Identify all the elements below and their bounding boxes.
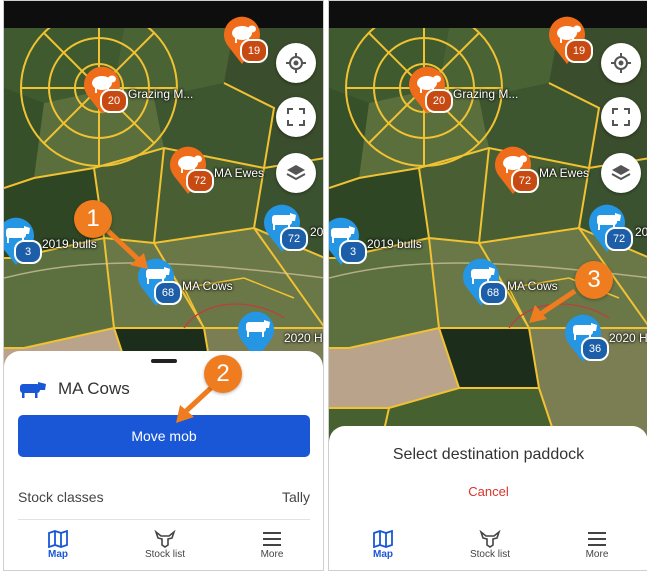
tab-map[interactable]: Map [18,530,98,560]
fullscreen-button[interactable] [601,97,641,137]
mob-name: MA Cows [58,379,130,398]
tab-more[interactable]: More [232,530,312,560]
tally-label: Tally [281,489,310,505]
screen-move-mob: 19 20 Grazing M... 72 MA Ewes 3 2019 bul… [3,0,324,571]
mob-count: 68 [154,281,182,305]
select-destination-title: Select destination paddock [392,446,585,463]
mob-label-grazing: Grazing M... [128,87,194,101]
mob-label-2019-bulls: 2019 bulls [42,237,97,251]
mob-count: 68 [479,281,507,305]
crosshair-icon [611,53,631,73]
fullscreen-button[interactable] [276,97,316,137]
fullscreen-icon [612,108,630,126]
mob-label-ma-cows: MA Cows [182,279,233,293]
crosshair-icon [286,53,306,73]
cow-head-icon [154,530,176,548]
mob-header: MA Cows [18,379,130,399]
step-badge-3: 3 [575,261,613,299]
mob-count: 19 [565,39,593,63]
mob-count: 72 [605,227,633,251]
mob-pin-grazing[interactable]: 20 [82,63,128,115]
mob-label-edge: 20 [310,225,324,239]
layers-button[interactable] [276,153,316,193]
mob-count: 72 [186,169,214,193]
mob-pin-2019-bulls[interactable]: 3 [4,214,42,266]
tab-more[interactable]: More [557,530,637,560]
mob-pin-ma-ewes[interactable]: 72 [493,143,539,195]
stock-classes-row[interactable]: Stock classes Tally [18,489,310,505]
mob-pin-grazing[interactable]: 20 [407,63,453,115]
tab-label: Map [373,549,393,560]
mob-pin-ma-cows[interactable]: 68 [461,255,507,307]
divider [18,519,310,520]
cancel-button[interactable]: Cancel [329,484,647,499]
tab-label: More [260,549,284,560]
tab-map[interactable]: Map [343,530,423,560]
tab-label: Stock list [469,549,510,560]
tab-stock-list[interactable]: Stock list [450,530,530,560]
mob-label-2020-heifers: 2020 H [609,331,647,345]
mob-count: 72 [280,227,308,251]
mob-count: 19 [240,39,268,63]
step-arrow-icon [176,385,214,423]
cow-icon [20,382,46,398]
mob-pin-cattle-right[interactable]: 72 [262,201,308,253]
fullscreen-icon [287,108,305,126]
mob-label-edge: 20 [635,225,647,239]
step-arrow-icon [106,229,148,269]
step-badge-1: 1 [74,200,112,238]
map-icon [48,530,68,548]
mob-label-ma-ewes: MA Ewes [214,166,265,180]
tab-label: More [585,549,609,560]
step-badge-2: 2 [204,355,242,393]
mob-count: 3 [14,240,42,264]
status-bar [4,1,323,28]
map-icon [373,530,393,548]
mob-label-ma-ewes: MA Ewes [539,166,590,180]
layers-icon [286,165,306,181]
screen-select-destination: 19 20 Grazing M... 72 MA Ewes 3 2019 bul… [328,0,647,571]
mob-count: 20 [100,89,128,113]
bottom-nav: Map Stock list More [4,524,323,570]
mob-label-2020-heifers: 2020 H [284,331,323,345]
status-bar [329,1,647,28]
mob-count: 36 [581,337,609,361]
menu-icon [263,532,281,546]
layers-button[interactable] [601,153,641,193]
mob-pin-2019-bulls[interactable]: 3 [329,214,367,266]
drag-handle[interactable] [150,359,177,363]
locate-button[interactable] [276,43,316,83]
bottom-nav: Map Stock list More [329,524,647,570]
mob-count: 72 [511,169,539,193]
step-arrow-icon [529,288,577,323]
menu-icon [588,532,606,546]
mob-pin-cattle-right[interactable]: 72 [587,201,633,253]
mob-pin-sheep[interactable]: 19 [547,13,593,65]
mob-pin-sheep[interactable]: 19 [222,13,268,65]
tab-label: Stock list [144,549,185,560]
tab-label: Map [48,549,68,560]
stock-classes-label: Stock classes [18,489,104,505]
mob-label-2019-bulls: 2019 bulls [367,237,422,251]
layers-icon [611,165,631,181]
locate-button[interactable] [601,43,641,83]
mob-pin-ma-ewes[interactable]: 72 [168,143,214,195]
move-mob-button[interactable]: Move mob [18,415,310,457]
mob-count: 3 [339,240,367,264]
tab-stock-list[interactable]: Stock list [125,530,205,560]
mob-count: 20 [425,89,453,113]
mob-label-grazing: Grazing M... [453,87,519,101]
cow-head-icon [479,530,501,548]
